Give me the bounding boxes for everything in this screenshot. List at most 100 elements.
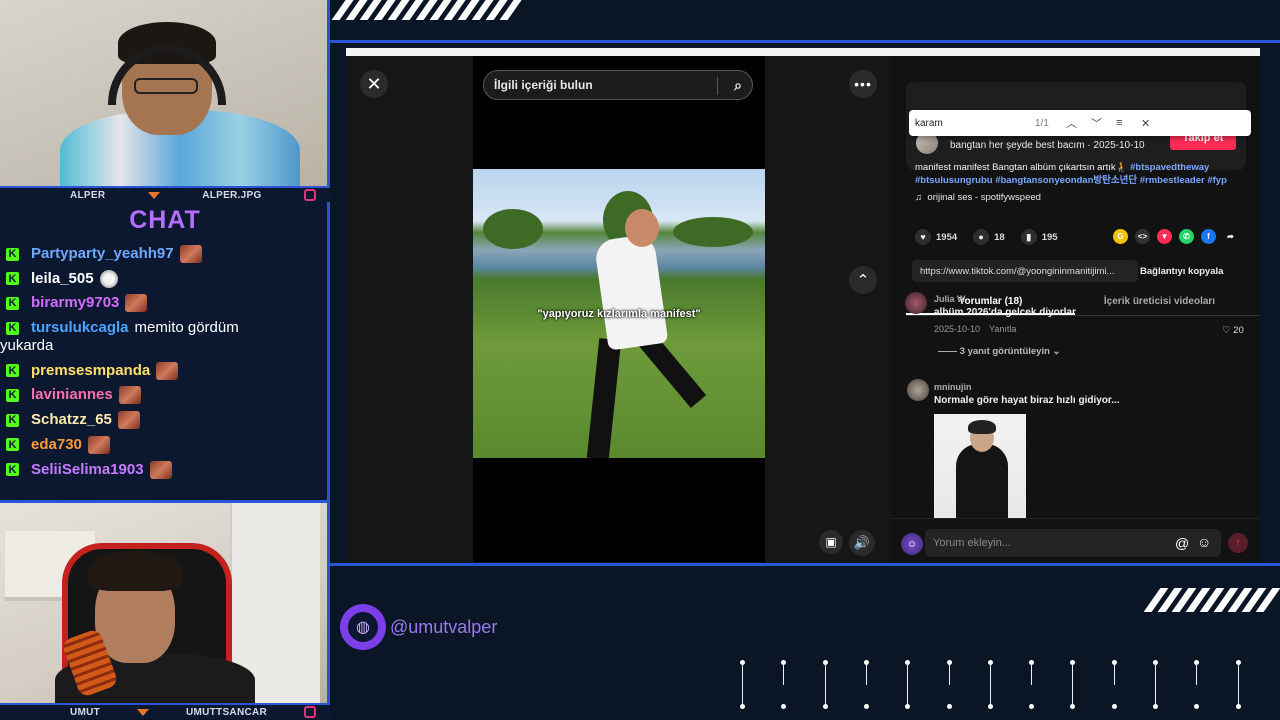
avatar[interactable]	[905, 292, 927, 314]
chat-message: Kpremsesmpanda	[6, 361, 324, 380]
chevron-up-icon[interactable]: ︿	[1066, 115, 1077, 131]
chat-username[interactable]: eda730	[31, 436, 82, 454]
chat-username[interactable]: leila_505	[31, 270, 94, 288]
save-button[interactable]: ▮ 195	[1020, 229, 1058, 245]
comment-like-button[interactable]: ♡ 20	[1222, 325, 1244, 336]
comment-user[interactable]: Julia W.	[934, 294, 968, 304]
nameplate-bottom: UMUT UMUTTSANCAR	[0, 703, 330, 719]
instagram-icon	[303, 706, 316, 718]
like-button[interactable]: ♥ 1954	[915, 229, 957, 245]
triangle-icon	[147, 191, 160, 199]
streamer-name: UMUT	[70, 706, 101, 718]
emote-icon	[99, 269, 118, 288]
search-icon[interactable]: ⌕	[734, 77, 742, 94]
chat-title: CHAT	[129, 206, 201, 234]
comment-image[interactable]	[934, 414, 1026, 518]
comment-user[interactable]: mninujin	[934, 382, 972, 392]
coin-icon[interactable]: G	[1113, 229, 1128, 244]
streamer-handle: ALPER.JPG	[202, 189, 262, 201]
bookmark-icon: ▮	[1020, 229, 1037, 245]
post-link[interactable]: https://www.tiktok.com/@yoongininmanitij…	[912, 260, 1138, 282]
find-in-page-bar[interactable]: karam 1/1 ︿ ﹀ ≡ ✕	[909, 110, 1251, 136]
send-icon[interactable]: ▼	[1157, 229, 1172, 244]
chat-username[interactable]: premsesmpanda	[31, 362, 150, 380]
emote-icon	[149, 460, 172, 479]
avatar[interactable]	[907, 379, 929, 401]
comment-text: albüm 2026'da gelcek diyorlar	[934, 307, 1076, 318]
kick-icon: K	[6, 321, 19, 335]
volume-icon[interactable]: 🔊	[849, 530, 875, 556]
close-icon[interactable]: ✕	[1141, 117, 1150, 130]
handle-text: @umutvalper	[390, 616, 498, 637]
share-icon[interactable]: ➦	[1223, 229, 1238, 244]
kick-icon: K	[6, 413, 19, 427]
streamer-name: ALPER	[70, 189, 106, 201]
video-search-input[interactable]: İlgili içeriği bulun ⌕	[483, 70, 753, 100]
chevron-down-icon[interactable]: ﹀	[1091, 115, 1102, 131]
comment-text: Normale göre hayat biraz hızlı gidiyor..…	[934, 395, 1120, 406]
mention-icon[interactable]: @	[1175, 535, 1189, 551]
chat-username[interactable]: SeliiSelima1903	[31, 461, 144, 479]
send-icon[interactable]: ↑	[1228, 533, 1248, 553]
social-handle: ◍ @umutvalper	[340, 604, 497, 650]
video-caption: "yapıyoruz kızlarımla manifest"	[537, 308, 701, 320]
chat-username[interactable]: tursulukcagla	[31, 319, 129, 337]
kick-icon: K	[6, 438, 19, 452]
emote-icon	[118, 386, 141, 405]
chat-username[interactable]: Partyparty_yeahh97	[31, 245, 174, 263]
author-line: bangtan her şeyde best bacım · 2025-10-1…	[950, 140, 1145, 151]
reply-button[interactable]: Yanıtla	[989, 324, 1016, 334]
instagram-icon	[303, 189, 316, 201]
find-count: 1/1	[1035, 117, 1049, 129]
streamer-handle: UMUTTSANCAR	[185, 706, 268, 718]
hashtag[interactable]: #bangtansonyeondan방탄소년단	[995, 175, 1137, 186]
chat-message: Klaviniannes	[6, 386, 324, 405]
hashtag[interactable]: #fyp	[1207, 175, 1227, 186]
webcam-top	[0, 0, 330, 186]
nameplate-top: ALPER ALPER.JPG	[0, 186, 330, 202]
chat-panel: CHAT K Partyparty_yeahh97 Kleila_505 Kbirar…	[0, 202, 330, 503]
emoji-icon[interactable]: ☺	[1197, 534, 1211, 550]
view-replies-button[interactable]: —— 3 yanıt görüntüleyin ⌄	[938, 346, 1061, 357]
kick-icon: K	[6, 388, 19, 402]
chat-message: Ktursulukcagla memito gördüm yukarda	[0, 319, 324, 355]
mini-player-icon[interactable]: ▣	[819, 530, 843, 554]
post-actions: ♥ 1954 ● 18 ▮ 195	[915, 229, 1074, 245]
hashtag[interactable]: #btsulusungrubu	[915, 175, 993, 186]
comment-icon: ●	[973, 229, 990, 245]
chat-message: Kbirarmy9703	[6, 294, 324, 313]
search-placeholder: İlgili içeriği bulun	[494, 78, 593, 92]
comment-button[interactable]: ● 18	[973, 229, 1005, 245]
emote-icon	[125, 294, 148, 313]
emote-icon	[179, 245, 202, 263]
frame-border-bottom	[330, 563, 1280, 566]
chat-message: K SeliiSelima1903	[6, 460, 324, 479]
filter-icon[interactable]: ≡	[1116, 117, 1122, 129]
kick-icon: K	[6, 247, 19, 261]
sound-link[interactable]: ♫ orijinal ses - spotifywspeed	[915, 192, 1041, 203]
triangle-icon	[137, 708, 150, 716]
whatsapp-icon[interactable]: ✆	[1179, 229, 1194, 244]
chat-username[interactable]: birarmy9703	[31, 294, 119, 312]
chat-message: K Schatzz_65	[6, 411, 324, 430]
hashtag[interactable]: #rmbestleader	[1140, 175, 1205, 186]
chevron-up-icon[interactable]: ⌃	[849, 266, 877, 294]
tab-creator-videos[interactable]: İçerik üreticisi videoları	[1075, 294, 1244, 315]
find-query[interactable]: karam	[915, 118, 943, 129]
hashtag[interactable]: #btspavedtheway	[1130, 162, 1209, 173]
copy-link-button[interactable]: Bağlantıyı kopyala	[1140, 260, 1223, 282]
kick-icon: K	[6, 272, 19, 286]
embed-icon[interactable]: <>	[1135, 229, 1150, 244]
video-frame[interactable]: "yapıyoruz kızlarımla manifest"	[473, 169, 765, 458]
facebook-icon[interactable]: f	[1201, 229, 1216, 244]
share-icons: G <> ▼ ✆ f ➦	[1113, 229, 1245, 244]
more-icon[interactable]: •••	[849, 70, 877, 98]
frame-border-top	[330, 40, 1280, 43]
globe-icon: ◍	[340, 604, 386, 650]
decor-stripes	[1143, 588, 1280, 612]
close-icon[interactable]: ✕	[360, 70, 388, 98]
emote-icon	[117, 411, 140, 430]
chat-username[interactable]: laviniannes	[31, 386, 113, 404]
post-description: manifest manifest Bangtan albüm çıkartsı…	[915, 162, 1227, 186]
chat-username[interactable]: Schatzz_65	[31, 411, 112, 429]
